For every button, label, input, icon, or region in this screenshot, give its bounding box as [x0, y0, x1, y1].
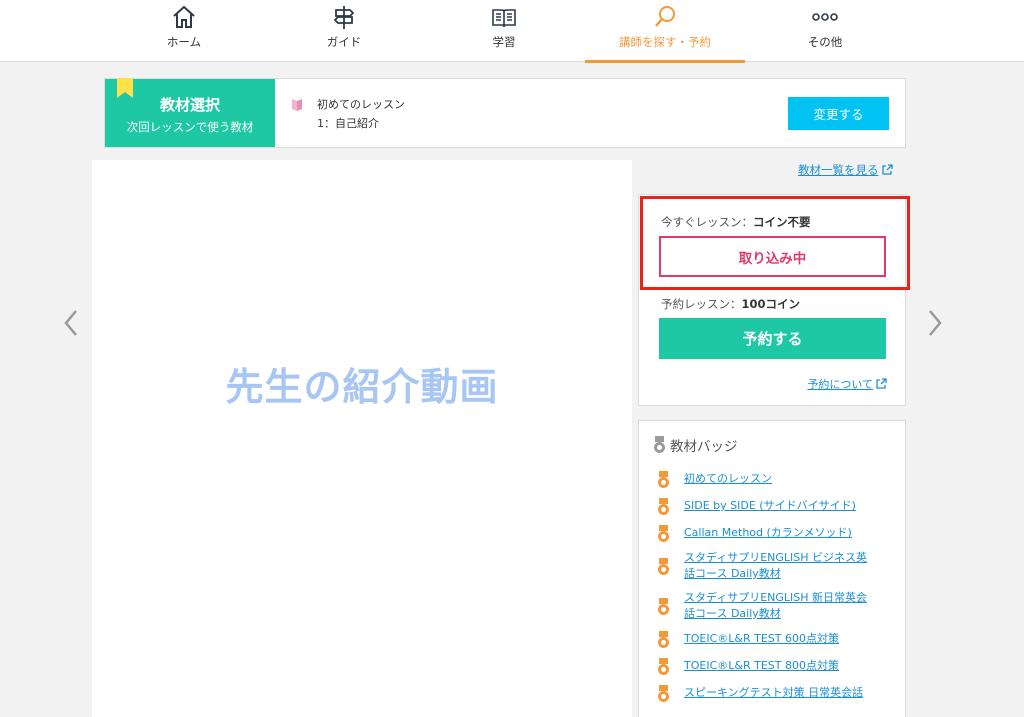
- badge-link[interactable]: スタディサプリENGLISH 新日常英会 話コース Daily教材: [684, 590, 867, 622]
- nav-guide[interactable]: ガイド: [264, 0, 424, 62]
- material-selection-subtitle: 次回レッスンで使う教材: [126, 120, 254, 134]
- change-material-button[interactable]: 変更する: [788, 97, 889, 130]
- reserved-lesson-value: 100コイン: [741, 297, 801, 311]
- reserved-lesson-price: 予約レッスン：100コイン: [661, 296, 800, 312]
- open-book-icon: [292, 99, 302, 111]
- material-list-link[interactable]: 教材一覧を見る: [798, 162, 893, 178]
- nav-study[interactable]: 学習: [424, 0, 584, 62]
- material-badges-card: 教材バッジ 初めてのレッスン SIDE by SIDE (サイドバイサイド) C…: [638, 420, 906, 717]
- external-link-icon: [876, 378, 887, 389]
- badge-link[interactable]: スタディサプリENGLISH ビジネス英 話コース Daily教材: [684, 550, 867, 582]
- material-selection-title: 教材選択: [159, 96, 220, 114]
- material-selection-bar: 教材選択 次回レッスンで使う教材 初めてのレッスン 1：自己紹介 変更する: [104, 78, 906, 148]
- signpost-icon: [333, 6, 355, 29]
- nav-other-label: その他: [807, 35, 843, 49]
- medal-icon: [658, 498, 669, 515]
- material-list-link-label: 教材一覧を見る: [798, 163, 879, 177]
- more-icon: [812, 13, 838, 21]
- badge-link[interactable]: スピーキングテスト対策 日常英会話: [684, 685, 863, 701]
- medal-icon: [658, 525, 669, 542]
- medal-icon: [658, 685, 669, 702]
- badge-link[interactable]: TOEIC®L&R TEST 800点対策: [684, 658, 839, 674]
- nav-home-label: ホーム: [166, 35, 202, 49]
- external-link-icon: [881, 164, 893, 175]
- chevron-right-icon[interactable]: [924, 306, 946, 340]
- medal-icon: [658, 631, 669, 648]
- selected-lesson-name: 1：自己紹介: [317, 117, 379, 130]
- badges-title: 教材バッジ: [670, 439, 738, 455]
- badge-link[interactable]: 初めてのレッスン: [684, 471, 772, 487]
- medal-icon: [658, 471, 669, 488]
- intro-video-panel[interactable]: 先生の紹介動画: [92, 160, 632, 717]
- reserved-lesson-label: 予約レッスン：: [661, 297, 742, 311]
- nav-study-label: 学習: [492, 35, 516, 49]
- material-selection-header: 教材選択 次回レッスンで使う教材: [105, 78, 275, 147]
- medal-icon: [658, 558, 669, 575]
- about-reservation-link[interactable]: 予約について: [807, 376, 887, 392]
- badge-link[interactable]: Callan Method (カランメソッド): [684, 525, 852, 541]
- reserve-button[interactable]: 予約する: [659, 318, 886, 359]
- nav-find-teacher-label: 講師を探す・予約: [619, 35, 711, 49]
- medal-icon: [658, 598, 669, 615]
- home-icon: [173, 5, 195, 28]
- medal-icon: [658, 658, 669, 675]
- book-icon: [492, 9, 516, 28]
- top-navigation: ホーム ガイド 学習 講師を探す・予約 その他: [0, 0, 1024, 63]
- chevron-left-icon[interactable]: [60, 306, 82, 340]
- badge-icon: [654, 436, 665, 453]
- badge-link[interactable]: TOEIC®L&R TEST 600点対策: [684, 631, 839, 647]
- nav-other[interactable]: その他: [745, 0, 905, 62]
- nav-find-teacher[interactable]: 講師を探す・予約: [585, 0, 745, 63]
- selected-course-name: 初めてのレッスン: [317, 98, 405, 111]
- highlight-annotation: [640, 196, 910, 290]
- about-reservation-label: 予約について: [807, 378, 873, 391]
- nav-home[interactable]: ホーム: [104, 0, 264, 62]
- intro-video-title: 先生の紹介動画: [225, 365, 499, 409]
- nav-guide-label: ガイド: [326, 35, 362, 49]
- badge-link[interactable]: SIDE by SIDE (サイドバイサイド): [684, 498, 856, 514]
- search-icon: [655, 6, 675, 27]
- badges-heading: 教材バッジ: [653, 435, 738, 455]
